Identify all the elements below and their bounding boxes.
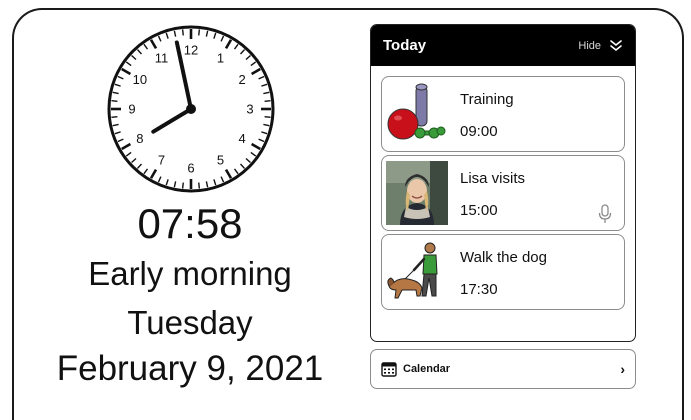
today-header: Today Hide: [371, 25, 635, 66]
minute-tick: [181, 182, 184, 189]
minute-tick: [111, 116, 118, 119]
event-title: Training: [460, 91, 514, 108]
today-panel: Today Hide Training 09:00 Lisa visits 15…: [370, 24, 636, 342]
event-title: Walk the dog: [460, 249, 547, 266]
clock-numeral: 8: [136, 131, 143, 146]
event-time: 09:00: [460, 123, 498, 140]
training-equipment-icon: [386, 82, 448, 146]
date: February 9, 2021: [56, 349, 324, 388]
event-card-walk-the-dog[interactable]: Walk the dog 17:30: [381, 234, 625, 310]
clock-numeral: 2: [238, 72, 245, 87]
clock-numeral: 10: [133, 72, 147, 87]
event-time: 17:30: [460, 281, 498, 298]
event-card-training[interactable]: Training 09:00: [381, 76, 625, 152]
clock-center: [186, 104, 196, 114]
chevron-right-icon: ›: [620, 361, 625, 377]
minute-tick: [198, 182, 201, 189]
microphone-icon[interactable]: [598, 204, 612, 224]
hide-button[interactable]: Hide: [578, 39, 623, 53]
minute-tick: [111, 99, 118, 102]
calendar-label: Calendar: [403, 363, 451, 375]
minute-tick: [198, 29, 201, 36]
weekday: Tuesday: [127, 304, 253, 341]
event-card-lisa-visits[interactable]: Lisa visits 15:00: [381, 155, 625, 231]
today-title: Today: [383, 37, 427, 54]
person-photo: [386, 161, 448, 225]
event-title: Lisa visits: [460, 170, 526, 187]
calendar-icon: [381, 361, 397, 377]
clock-numeral: 1: [217, 50, 224, 65]
clock-numeral: 9: [128, 102, 135, 117]
clock-numeral: 7: [158, 153, 165, 168]
minute-tick: [181, 29, 184, 36]
minute-tick: [264, 116, 271, 119]
day-period: Early morning: [88, 255, 292, 292]
minute-tick: [264, 99, 271, 102]
double-chevron-down-icon: [609, 39, 623, 53]
hide-label: Hide: [578, 39, 601, 52]
calendar-button[interactable]: Calendar ›: [370, 349, 636, 389]
clock-numeral: 6: [187, 161, 194, 176]
clock-numeral: 12: [184, 43, 198, 58]
clock-numeral: 3: [246, 102, 253, 117]
event-time: 15:00: [460, 202, 498, 219]
analog-clock: 12 1 2 3 4 5 6 7 8 9 10 11: [106, 24, 276, 194]
clock-numeral: 4: [238, 131, 245, 146]
digital-time: 07:58: [137, 200, 243, 247]
clock-numeral: 5: [217, 153, 224, 168]
clock-numeral: 11: [155, 50, 169, 65]
dog-walking-icon: [386, 240, 448, 304]
